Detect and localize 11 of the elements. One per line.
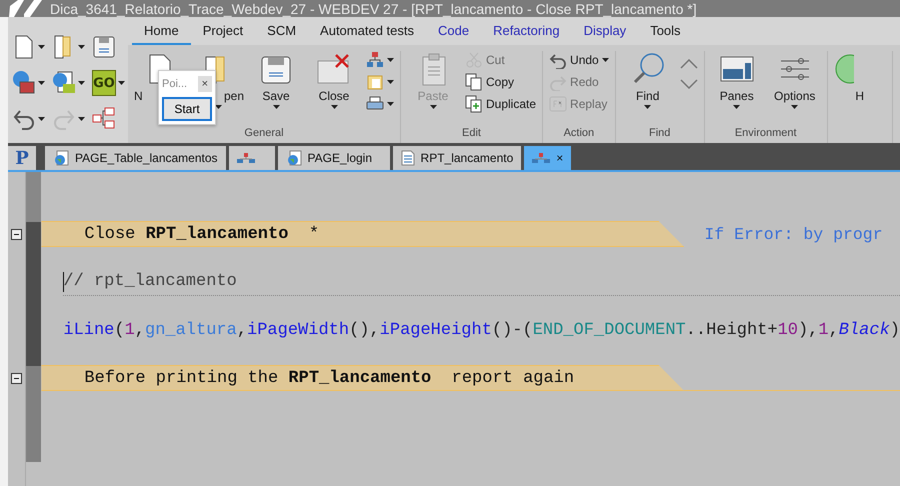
window-title: Dica_3641_Relatorio_Trace_Webdev_27 - WEBDEV 27 - [RPT_lancamento - Close RPT_lancamento *] <box>50 0 697 16</box>
code-block-header: Before printing the RPT_lancamento report again <box>41 365 684 391</box>
group-label: Environment <box>734 127 798 141</box>
group-label: Find <box>648 127 672 141</box>
code-comment: // rpt_lancamento <box>63 272 237 291</box>
popup-title: Poi... <box>162 78 188 90</box>
group-label: Action <box>562 127 596 141</box>
group-label: General <box>243 127 285 141</box>
group-label: Edit <box>461 127 482 141</box>
code-block-header: Close RPT_lancamento* <box>41 221 684 247</box>
code-line: iLine(1,gn_altura,iPageWidth(),iPageHeight()-(END_OF_DOCUMENT..Height+10),1,Black) <box>63 320 900 340</box>
